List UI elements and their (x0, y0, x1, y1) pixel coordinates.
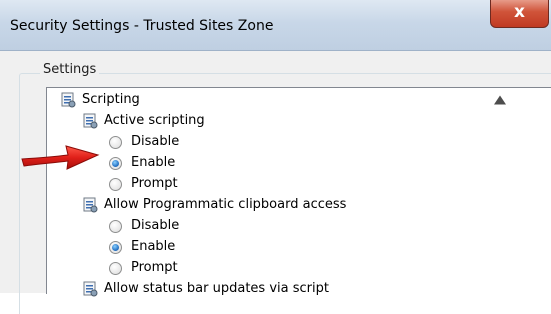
option-label: Prompt (131, 260, 178, 275)
tree-label: Allow Programmatic clipboard access (104, 197, 347, 212)
tree-label: Active scripting (104, 113, 205, 128)
option-label: Enable (131, 155, 176, 170)
option-disable[interactable]: Disable (109, 218, 179, 234)
tree-label: Allow status bar updates via script (104, 281, 329, 296)
scrollbar[interactable] (489, 88, 506, 293)
tree-label: Scripting (82, 92, 140, 107)
radio-button-selected[interactable] (109, 240, 122, 254)
setting-status-bar-updates[interactable]: Allow status bar updates via script (82, 281, 329, 297)
option-label: Disable (131, 134, 180, 149)
category-scripting[interactable]: Scripting (60, 92, 140, 108)
close-button[interactable]: x (490, 0, 549, 28)
close-icon: x (514, 2, 525, 22)
option-label: Prompt (131, 176, 178, 191)
radio-button[interactable] (109, 219, 122, 233)
settings-icon (82, 113, 98, 129)
radio-button[interactable] (109, 177, 122, 191)
radio-button[interactable] (109, 135, 122, 149)
option-enable[interactable]: Enable (109, 155, 175, 171)
radio-button[interactable] (109, 261, 122, 275)
option-prompt[interactable]: Prompt (109, 260, 178, 276)
option-disable[interactable]: Disable (109, 134, 179, 150)
option-prompt[interactable]: Prompt (109, 176, 178, 192)
title-bar: Security Settings - Trusted Sites Zone x (0, 0, 551, 51)
option-enable[interactable]: Enable (109, 239, 175, 255)
scroll-up-arrow-icon[interactable] (494, 94, 506, 106)
option-label: Disable (131, 218, 180, 233)
settings-icon (60, 92, 76, 108)
window-title: Security Settings - Trusted Sites Zone (10, 18, 274, 34)
option-label: Enable (131, 239, 176, 254)
settings-icon (82, 197, 98, 213)
setting-clipboard-access[interactable]: Allow Programmatic clipboard access (82, 197, 346, 213)
settings-icon (82, 281, 98, 297)
settings-group-label: Settings (40, 62, 100, 77)
red-arrow-icon (21, 145, 100, 170)
radio-button-selected[interactable] (109, 156, 122, 170)
setting-active-scripting[interactable]: Active scripting (82, 113, 205, 129)
